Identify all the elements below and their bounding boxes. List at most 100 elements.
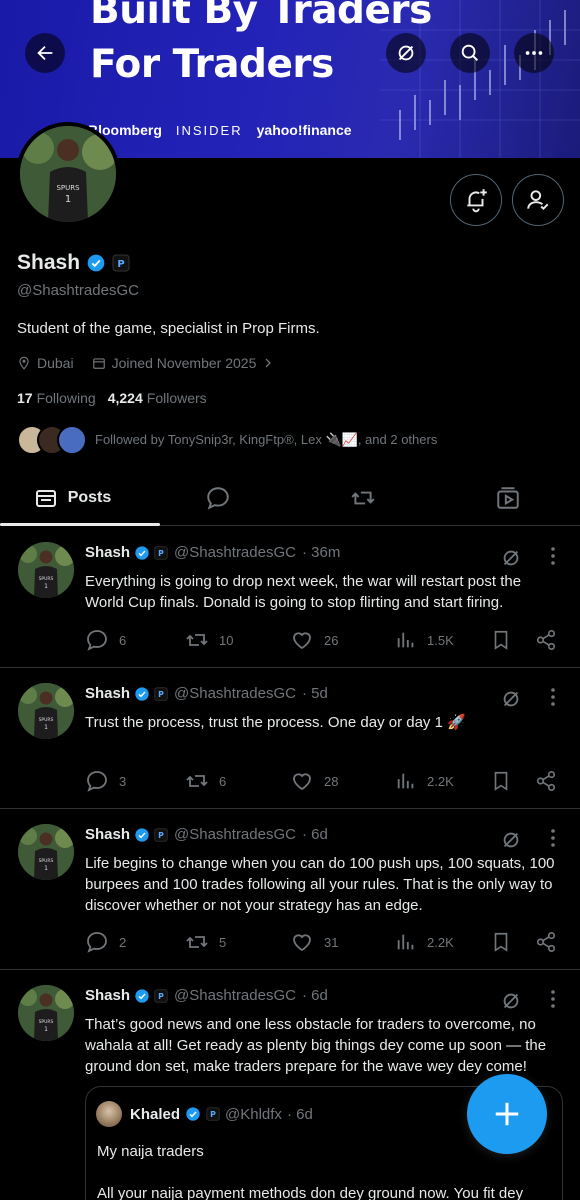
tab-media[interactable] — [435, 470, 580, 525]
more-vertical-icon[interactable] — [546, 545, 560, 567]
like-button[interactable]: 31 — [290, 930, 395, 954]
notifications-button[interactable] — [450, 174, 502, 226]
joined-date[interactable]: Joined November 2025 — [92, 355, 275, 371]
bookmark-button[interactable] — [490, 629, 535, 651]
quoted-post-text: All your naija payment methods don dey g… — [97, 1185, 524, 1200]
avatar — [96, 1101, 122, 1127]
avatar[interactable] — [18, 683, 74, 739]
affiliate-badge-icon — [206, 1107, 220, 1121]
post-text: That’s good news and one less obstacle f… — [85, 1016, 547, 1075]
profile-meta: Dubai Joined November 2025 — [17, 355, 274, 371]
reply-button[interactable]: 6 — [85, 628, 185, 652]
bookmark-button[interactable] — [490, 770, 535, 792]
author-name[interactable]: Shash — [85, 685, 130, 702]
repost-icon — [185, 628, 209, 652]
profile-tabs: Posts — [0, 470, 580, 526]
bookmark-button[interactable] — [490, 931, 535, 953]
like-button[interactable]: 28 — [290, 769, 395, 793]
share-button[interactable] — [535, 931, 557, 953]
reply-button[interactable]: 3 — [85, 769, 185, 793]
repost-button[interactable]: 10 — [185, 628, 290, 652]
repost-icon — [350, 491, 375, 504]
avatar[interactable] — [18, 824, 74, 880]
more-vertical-icon[interactable] — [546, 686, 560, 708]
user-check-icon — [527, 190, 549, 211]
affiliate-badge-icon — [154, 687, 168, 701]
like-button[interactable]: 26 — [290, 628, 395, 652]
more-vertical-icon[interactable] — [546, 827, 560, 849]
author-handle: @ShashtradesGC — [174, 544, 296, 561]
author-name[interactable]: Shash — [85, 826, 130, 843]
quoted-author-handle: @Khldfx — [225, 1105, 282, 1123]
calendar-icon — [92, 358, 105, 369]
post[interactable]: Shash @ShashtradesGC · 36m Everything is… — [0, 527, 580, 668]
avatar[interactable] — [18, 542, 74, 598]
affiliate-badge-icon — [154, 989, 168, 1003]
follower-avatars — [17, 425, 87, 455]
verified-badge-icon[interactable] — [86, 253, 106, 273]
following-link[interactable]: 17 Following — [17, 390, 96, 406]
tab-reposts[interactable] — [290, 470, 435, 525]
quoted-post-time: · 6d — [286, 1105, 313, 1123]
avatar-photo — [18, 542, 74, 598]
post-header: Shash @ShashtradesGC · 6d — [85, 987, 328, 1004]
post-header: Shash @ShashtradesGC · 6d — [85, 826, 328, 843]
tab-replies[interactable] — [145, 470, 290, 525]
grok-icon[interactable] — [500, 688, 522, 710]
followed-by[interactable]: Followed by TonySnip3r, KingFtp®, Lex 🔌📈… — [17, 425, 437, 455]
avatar — [57, 425, 87, 455]
author-handle: @ShashtradesGC — [174, 685, 296, 702]
avatar[interactable] — [18, 985, 74, 1041]
press-logo: yahoo!finance — [256, 122, 352, 138]
views-button[interactable]: 1.5K — [395, 629, 490, 651]
reply-button[interactable]: 2 — [85, 930, 185, 954]
profile-handle: @ShashtradesGC — [17, 282, 139, 299]
reply-count: 3 — [119, 773, 127, 789]
svg-text:SPURS: SPURS — [56, 184, 80, 192]
tab-label: Posts — [67, 488, 112, 506]
bookmark-icon — [490, 770, 512, 792]
author-name[interactable]: Shash — [85, 544, 130, 561]
followers-link[interactable]: 4,224 Followers — [108, 390, 207, 406]
grok-icon[interactable] — [500, 829, 522, 851]
profile-avatar[interactable]: SPURS 1 — [16, 122, 120, 226]
views-icon — [395, 770, 417, 792]
views-button[interactable]: 2.2K — [395, 931, 490, 953]
following-button[interactable] — [512, 174, 564, 226]
tab-posts[interactable]: Posts — [0, 470, 160, 526]
reply-icon — [85, 930, 109, 954]
view-count: 2.2K — [427, 934, 454, 950]
share-button[interactable] — [535, 770, 557, 792]
reply-icon — [206, 486, 229, 510]
view-count: 1.5K — [427, 632, 454, 648]
grok-icon[interactable] — [500, 990, 522, 1012]
verified-badge-icon — [134, 827, 150, 843]
share-button[interactable] — [535, 629, 557, 651]
repost-icon — [185, 930, 209, 954]
back-button[interactable] — [25, 33, 65, 73]
author-handle: @ShashtradesGC — [174, 826, 296, 843]
bell-plus-icon — [467, 189, 487, 213]
repost-icon — [185, 769, 209, 793]
profile-bio: Student of the game, specialist in Prop … — [17, 320, 320, 337]
more-vertical-icon[interactable] — [546, 988, 560, 1010]
post[interactable]: Shash @ShashtradesGC · 6d Life begins to… — [0, 809, 580, 970]
compose-button[interactable] — [467, 1074, 547, 1154]
repost-button[interactable]: 5 — [185, 930, 290, 954]
like-count: 31 — [324, 934, 339, 950]
affiliate-badge-icon[interactable]: P — [112, 254, 130, 272]
views-button[interactable]: 2.2K — [395, 770, 490, 792]
repost-button[interactable]: 6 — [185, 769, 290, 793]
post-text: Trust the process, trust the process. On… — [85, 714, 466, 731]
post[interactable]: Shash @ShashtradesGC · 5d Trust the proc… — [0, 668, 580, 809]
author-name[interactable]: Shash — [85, 987, 130, 1004]
chevron-right-icon — [265, 358, 272, 368]
search-button[interactable] — [450, 33, 490, 73]
grok-button[interactable] — [386, 33, 426, 73]
grok-icon[interactable] — [500, 547, 522, 569]
more-button[interactable] — [514, 33, 554, 73]
like-count: 26 — [324, 632, 339, 648]
post-actions: 2 5 31 2.2K — [85, 930, 565, 954]
quoted-author-name: Khaled — [130, 1105, 181, 1123]
share-icon — [535, 931, 557, 953]
